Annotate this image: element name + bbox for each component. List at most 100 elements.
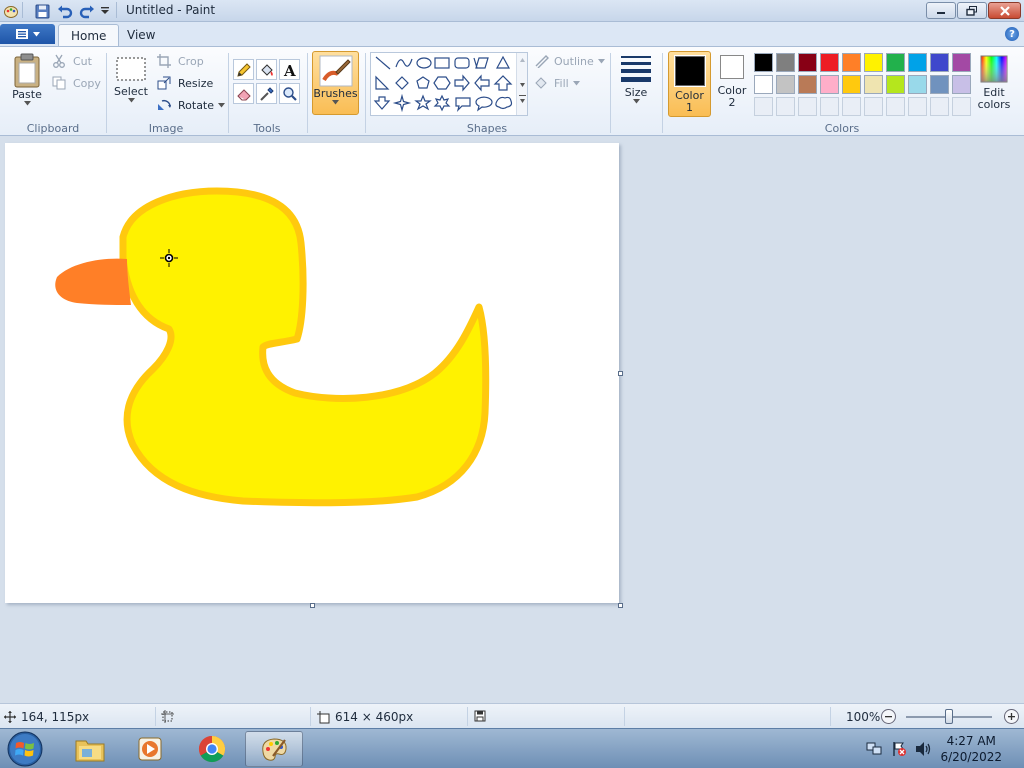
color-swatch[interactable]: [776, 75, 795, 94]
windows-logo-icon: [7, 731, 43, 767]
cursor-position-text: 164, 115px: [21, 710, 90, 724]
colors-group-label: Colors: [824, 122, 860, 135]
start-button[interactable]: [4, 730, 46, 768]
taskbar-chrome[interactable]: [183, 731, 241, 767]
color-swatch[interactable]: [754, 53, 773, 72]
rotate-button[interactable]: Rotate: [157, 98, 226, 112]
outline-label: Outline: [554, 54, 594, 68]
edit-colors-button[interactable]: Edit colors: [976, 55, 1012, 111]
color-picker-tool[interactable]: [256, 83, 277, 104]
paint-menu-button[interactable]: [0, 24, 55, 44]
custom-color-slot[interactable]: [864, 97, 883, 116]
zoom-slider-track[interactable]: [906, 709, 992, 724]
color-swatch[interactable]: [820, 53, 839, 72]
custom-color-slot[interactable]: [908, 97, 927, 116]
paste-label: Paste: [12, 88, 42, 101]
custom-color-slot[interactable]: [886, 97, 905, 116]
select-button[interactable]: Select: [114, 55, 148, 103]
ribbon-tabs: Home View ?: [0, 22, 1024, 46]
save-icon[interactable]: [35, 2, 50, 20]
color-swatch[interactable]: [842, 53, 861, 72]
color-swatch[interactable]: [952, 75, 971, 94]
color-swatch[interactable]: [952, 53, 971, 72]
eraser-tool[interactable]: [233, 83, 254, 104]
color-swatch[interactable]: [886, 75, 905, 94]
plus-icon: [1008, 713, 1015, 720]
color-swatch[interactable]: [798, 75, 817, 94]
color-swatch[interactable]: [908, 75, 927, 94]
fill-button[interactable]: Fill: [534, 76, 580, 90]
tab-home[interactable]: Home: [58, 24, 120, 46]
undo-icon[interactable]: [57, 2, 73, 20]
custom-color-slot[interactable]: [754, 97, 773, 116]
folder-icon: [75, 740, 105, 762]
paint-app-icon[interactable]: [3, 2, 19, 20]
tab-view[interactable]: View: [115, 24, 167, 46]
close-button[interactable]: [988, 2, 1021, 19]
rotate-label: Rotate: [178, 98, 215, 112]
color-swatch[interactable]: [930, 75, 949, 94]
chrome-icon: [198, 735, 226, 763]
network-icon[interactable]: [866, 741, 882, 760]
select-label: Select: [114, 85, 148, 98]
fill-tool[interactable]: [256, 59, 277, 80]
brush-icon: [319, 55, 352, 87]
color-swatch[interactable]: [820, 75, 839, 94]
help-icon[interactable]: ?: [1005, 27, 1019, 41]
color-swatch[interactable]: [864, 75, 883, 94]
shapes-scrollbar[interactable]: [516, 53, 527, 115]
color-swatch[interactable]: [930, 53, 949, 72]
color-swatch[interactable]: [798, 53, 817, 72]
drawing-canvas[interactable]: [5, 143, 619, 603]
custom-color-slot[interactable]: [820, 97, 839, 116]
taskbar-paint[interactable]: [245, 731, 303, 767]
redo-icon[interactable]: [79, 2, 95, 20]
canvas-resize-handle-corner[interactable]: [618, 603, 623, 608]
color2-button[interactable]: Color 2: [714, 55, 750, 117]
custom-color-slot[interactable]: [952, 97, 971, 116]
color-swatch[interactable]: [864, 53, 883, 72]
custom-color-slot[interactable]: [776, 97, 795, 116]
canvas-workspace: [0, 137, 1024, 703]
zoom-slider-thumb[interactable]: [945, 709, 953, 724]
cut-button[interactable]: Cut: [52, 54, 92, 68]
outline-button[interactable]: Outline: [534, 54, 605, 68]
color-swatch[interactable]: [908, 53, 927, 72]
canvas-resize-handle-right[interactable]: [618, 371, 623, 376]
file-size: [474, 710, 486, 722]
action-center-flag-icon[interactable]: [891, 741, 907, 760]
restore-button[interactable]: [957, 2, 987, 19]
volume-icon[interactable]: [914, 741, 932, 760]
custom-color-slot[interactable]: [798, 97, 817, 116]
magnifier-tool[interactable]: [279, 83, 300, 104]
windows-taskbar: 4:27 AM 6/20/2022: [0, 728, 1024, 768]
minimize-button[interactable]: [926, 2, 956, 19]
zoom-in-button[interactable]: [1004, 709, 1019, 724]
size-button[interactable]: Size: [616, 53, 656, 104]
pencil-tool[interactable]: [233, 59, 254, 80]
customize-qa-chevron-icon[interactable]: [100, 2, 110, 20]
color1-button[interactable]: Color 1: [668, 51, 711, 117]
shapes-icons[interactable]: [372, 53, 517, 115]
taskbar-explorer[interactable]: [61, 731, 119, 767]
taskbar-media-player[interactable]: [121, 731, 179, 767]
system-clock[interactable]: 4:27 AM 6/20/2022: [940, 733, 1002, 765]
line-size-icon: [621, 56, 651, 82]
resize-button[interactable]: Resize: [157, 76, 213, 90]
color-swatch[interactable]: [754, 75, 773, 94]
custom-color-slot[interactable]: [930, 97, 949, 116]
status-separator: [624, 707, 625, 726]
copy-button[interactable]: Copy: [52, 76, 101, 90]
status-separator: [467, 707, 468, 726]
color-swatch[interactable]: [886, 53, 905, 72]
paste-button[interactable]: Paste: [8, 53, 46, 106]
zoom-out-button[interactable]: [881, 709, 896, 724]
color-swatch[interactable]: [776, 53, 795, 72]
canvas-resize-handle-bottom[interactable]: [310, 603, 315, 608]
crop-button[interactable]: Crop: [157, 54, 204, 68]
text-tool[interactable]: A: [279, 59, 300, 80]
brushes-button[interactable]: Brushes: [312, 51, 359, 115]
chevron-down-icon: [572, 80, 580, 85]
custom-color-slot[interactable]: [842, 97, 861, 116]
color-swatch[interactable]: [842, 75, 861, 94]
